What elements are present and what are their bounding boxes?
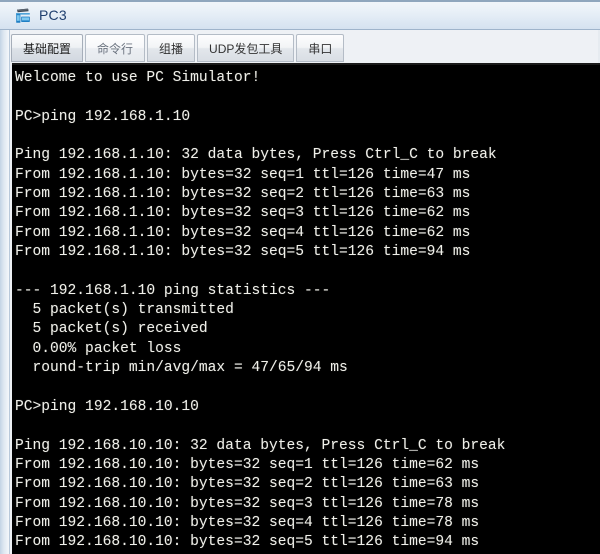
terminal-line: From 192.168.1.10: bytes=32 seq=2 ttl=12… (15, 186, 471, 203)
pc-device-icon (13, 6, 33, 26)
terminal-line: From 192.168.1.10: bytes=32 seq=3 ttl=12… (15, 205, 471, 222)
terminal-line: Ping 192.168.1.10: 32 data bytes, Press … (15, 147, 497, 164)
tab-udp-packet-tool[interactable]: UDP发包工具 (197, 34, 295, 62)
terminal-line: 5 packet(s) transmitted (15, 302, 234, 319)
window-body: 基础配置 命令行 组播 UDP发包工具 串口 Welcome to use PC Sim… (0, 30, 600, 554)
terminal-line: From 192.168.10.10: bytes=32 seq=2 ttl=1… (15, 476, 480, 493)
terminal-line: 5 packet(s) received (15, 321, 208, 338)
title-bar: PC3 (0, 0, 600, 30)
tab-basic-config[interactable]: 基础配置 (11, 34, 84, 62)
terminal-line: --- 192.168.1.10 ping statistics --- (15, 282, 331, 299)
terminal-line: From 192.168.10.10: bytes=32 seq=5 ttl=1… (15, 534, 480, 551)
terminal-line: PC>ping 192.168.10.10 (15, 398, 199, 415)
terminal-line: round-trip min/avg/max = 47/65/94 ms (15, 360, 348, 377)
terminal-line: PC>ping 192.168.1.10 (15, 108, 191, 125)
tab-strip: 基础配置 命令行 组播 UDP发包工具 串口 (11, 34, 600, 64)
terminal-line: 0.00% packet loss (15, 340, 182, 357)
tab-command-line[interactable]: 命令行 (85, 34, 146, 62)
terminal-line: From 192.168.1.10: bytes=32 seq=1 ttl=12… (15, 166, 471, 183)
terminal-line: Ping 192.168.10.10: 32 data bytes, Press… (15, 437, 506, 454)
terminal-line: Welcome to use PC Simulator! (15, 70, 261, 86)
terminal-line: From 192.168.10.10: bytes=32 seq=3 ttl=1… (15, 495, 480, 512)
pc-simulator-window: PC3 基础配置 命令行 组播 UDP发包工具 串口 Welcome to use PC… (0, 0, 600, 554)
terminal-output[interactable]: Welcome to use PC Simulator! PC>ping 192.… (12, 63, 600, 554)
tab-multicast[interactable]: 组播 (147, 34, 196, 62)
window-left-edge (0, 30, 10, 554)
terminal-line: From 192.168.10.10: bytes=32 seq=4 ttl=1… (15, 514, 480, 531)
terminal-line: From 192.168.10.10: bytes=32 seq=1 ttl=1… (15, 456, 480, 473)
tab-serial-port[interactable]: 串口 (296, 34, 345, 62)
window-title: PC3 (39, 6, 67, 23)
terminal-line: From 192.168.1.10: bytes=32 seq=5 ttl=12… (15, 244, 471, 261)
terminal-line: From 192.168.1.10: bytes=32 seq=4 ttl=12… (15, 224, 471, 241)
